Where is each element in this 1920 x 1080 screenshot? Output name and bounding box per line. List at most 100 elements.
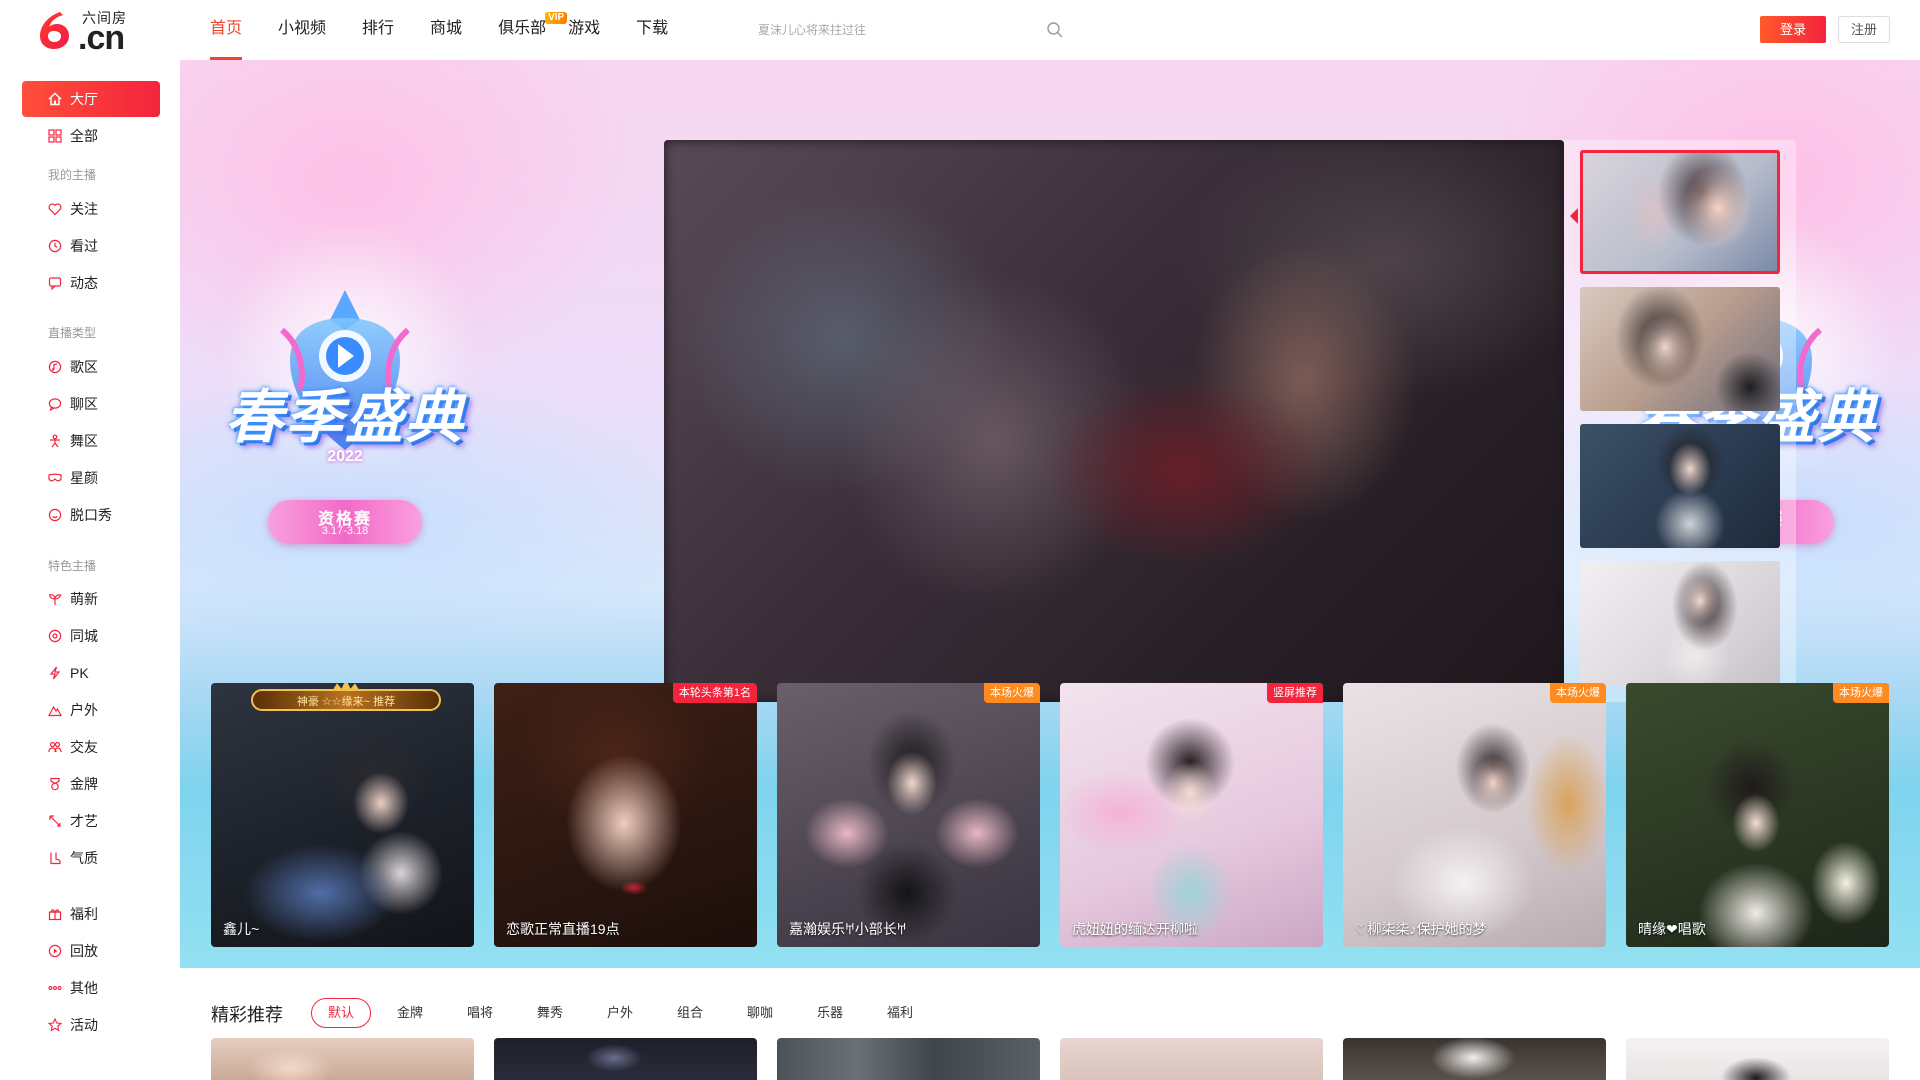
featured-anchor-list: 神豪 ☆☆缘来~ 推荐 鑫儿~ 本轮头条第1名 恋歌正常直播19点 本场火爆 嘉… — [211, 683, 1891, 947]
sidebar-item-gold[interactable]: 金牌 — [22, 766, 160, 802]
event-badge-left[interactable]: 春季盛典 2022 资格赛 3.17-3.18 — [210, 290, 480, 550]
sidebar-item-label: 大厅 — [70, 91, 98, 107]
logo-six-icon — [40, 12, 69, 49]
sidebar-item-label: 萌新 — [70, 591, 98, 607]
sidebar-item-temperament[interactable]: 气质 — [22, 840, 160, 876]
event-pill: 资格赛 3.17-3.18 — [268, 500, 422, 544]
sidebar-item-history[interactable]: 看过 — [22, 228, 160, 264]
sidebar-item-other[interactable]: 其他 — [22, 970, 160, 1006]
sidebar-item-friends[interactable]: 交友 — [22, 729, 160, 765]
live-thumbnail[interactable] — [1580, 150, 1780, 274]
sidebar-item-all[interactable]: 全部 — [22, 118, 160, 154]
live-thumbnail[interactable] — [1580, 561, 1780, 685]
logo-domain: .cn — [78, 19, 125, 57]
outdoor-icon — [48, 705, 62, 717]
sidebar-item-newbie[interactable]: 萌新 — [22, 581, 160, 617]
login-button[interactable]: 登录 — [1760, 16, 1826, 43]
dance-icon — [50, 434, 60, 448]
sidebar-item-star-face[interactable]: 星颜 — [22, 460, 160, 496]
nav-download[interactable]: 下载 — [636, 0, 668, 60]
live-thumbnail[interactable] — [1580, 287, 1780, 411]
sidebar-item-feed[interactable]: 动态 — [22, 265, 160, 301]
anchor-card[interactable]: 本场火爆 ♡柳柒柒♪保护她的梦 — [1343, 683, 1606, 947]
sidebar-item-label: 户外 — [70, 702, 98, 718]
anchor-thumb — [1060, 683, 1323, 947]
anchor-card[interactable]: 本轮头条第1名 恋歌正常直播19点 — [494, 683, 757, 947]
search-icon[interactable] — [1046, 21, 1064, 39]
search-input[interactable] — [748, 15, 1068, 45]
sidebar-item-label: PK — [70, 665, 89, 681]
sprout-icon — [48, 594, 62, 605]
filter-tab-group[interactable]: 组合 — [677, 998, 703, 1028]
sidebar-item-talkshow[interactable]: 脱口秀 — [22, 497, 160, 533]
replay-icon — [48, 944, 62, 958]
sidebar-item-label: 交友 — [70, 739, 98, 755]
sidebar-item-chat[interactable]: 聊区 — [22, 386, 160, 422]
clock-icon — [48, 239, 62, 253]
location-icon — [48, 629, 62, 643]
sidebar-item-label: 气质 — [70, 850, 98, 866]
sidebar-item-dance[interactable]: 舞区 — [22, 423, 160, 459]
sidebar-item-label: 看过 — [70, 238, 98, 254]
talk-icon — [48, 508, 62, 522]
hero-banner: 春季盛典 2022 资格赛 3.17-3.18 春季盛典 2022 资格赛 3.… — [180, 60, 1920, 968]
top-header: 六间房 .cn 首页 小视频 排行 商城 俱乐部 VIP 游戏 下载 登录 注册 — [0, 0, 1920, 60]
anchor-card[interactable] — [494, 1038, 757, 1080]
anchor-card[interactable]: 本场火爆 晴缘❤唱歌 — [1626, 683, 1889, 947]
home-icon — [48, 92, 62, 106]
sidebar-group-special: 特色主播 — [48, 559, 97, 573]
nav-club[interactable]: 俱乐部 VIP — [498, 0, 568, 60]
anchor-thumb — [777, 683, 1040, 947]
filter-tab-dance[interactable]: 舞秀 — [537, 998, 563, 1028]
grid-icon — [48, 129, 62, 143]
sidebar-item-label: 动态 — [70, 275, 98, 291]
nav-ranking[interactable]: 排行 — [362, 0, 394, 60]
sidebar-item-label: 回放 — [70, 943, 98, 959]
sidebar-item-talent[interactable]: 才艺 — [22, 803, 160, 839]
register-button[interactable]: 注册 — [1838, 16, 1890, 43]
filter-tab-chat[interactable]: 聊咖 — [747, 998, 773, 1028]
sidebar-item-events[interactable]: 活动 — [22, 1007, 160, 1043]
filter-tab-welfare[interactable]: 福利 — [887, 998, 913, 1028]
nav-home[interactable]: 首页 — [210, 0, 243, 60]
anchor-card[interactable]: 神豪 ☆☆缘来~ 推荐 鑫儿~ — [211, 683, 474, 947]
filter-tab-instrument[interactable]: 乐器 — [817, 998, 843, 1028]
anchor-name: 虎妞妞的缅达开柳啦 — [1072, 921, 1198, 937]
filter-tab-default[interactable]: 默认 — [311, 998, 371, 1028]
anchor-name: ♡柳柒柒♪保护她的梦 — [1355, 921, 1487, 937]
sidebar-item-replay[interactable]: 回放 — [22, 933, 160, 969]
anchor-card[interactable]: 本场火爆 嘉瀚娱乐𐀀小部长𐀀 — [777, 683, 1040, 947]
nav-mall[interactable]: 商城 — [430, 0, 462, 60]
sidebar-item-sing[interactable]: 歌区 — [22, 349, 160, 385]
thumb-image — [1583, 153, 1777, 271]
filter-tab-singer[interactable]: 唱将 — [467, 998, 493, 1028]
anchor-card[interactable] — [211, 1038, 474, 1080]
chat-icon — [48, 277, 62, 290]
sidebar-item-label: 其他 — [70, 980, 98, 996]
anchor-card[interactable] — [1343, 1038, 1606, 1080]
anchor-card[interactable] — [1060, 1038, 1323, 1080]
anchor-card[interactable] — [1626, 1038, 1889, 1080]
sidebar-item-pk[interactable]: PK — [22, 655, 160, 691]
site-logo[interactable]: 六间房 .cn — [38, 8, 133, 57]
sidebar-item-label: 关注 — [70, 201, 98, 217]
music-icon — [48, 360, 62, 374]
filter-tab-outdoor[interactable]: 户外 — [607, 998, 633, 1028]
sidebar-item-lobby[interactable]: 大厅 — [22, 81, 160, 117]
heart-icon — [48, 203, 62, 216]
anchor-card[interactable]: 竖屏推荐 虎妞妞的缅达开柳啦 — [1060, 683, 1323, 947]
event-title: 春季盛典 — [224, 385, 465, 450]
live-thumbnail[interactable] — [1580, 424, 1780, 548]
event-year: 2022 — [327, 448, 363, 465]
nav-games[interactable]: 游戏 — [568, 0, 600, 60]
filter-tab-gold[interactable]: 金牌 — [397, 998, 423, 1028]
thumb-image — [1580, 561, 1780, 685]
sidebar-item-outdoor[interactable]: 户外 — [22, 692, 160, 728]
sidebar-item-label: 聊区 — [70, 396, 98, 412]
sidebar-item-welfare[interactable]: 福利 — [22, 896, 160, 932]
anchor-card[interactable] — [777, 1038, 1040, 1080]
live-video-player[interactable] — [664, 140, 1564, 702]
sidebar-item-follow[interactable]: 关注 — [22, 191, 160, 227]
sidebar-item-same-city[interactable]: 同城 — [22, 618, 160, 654]
nav-short-video[interactable]: 小视频 — [278, 0, 326, 60]
